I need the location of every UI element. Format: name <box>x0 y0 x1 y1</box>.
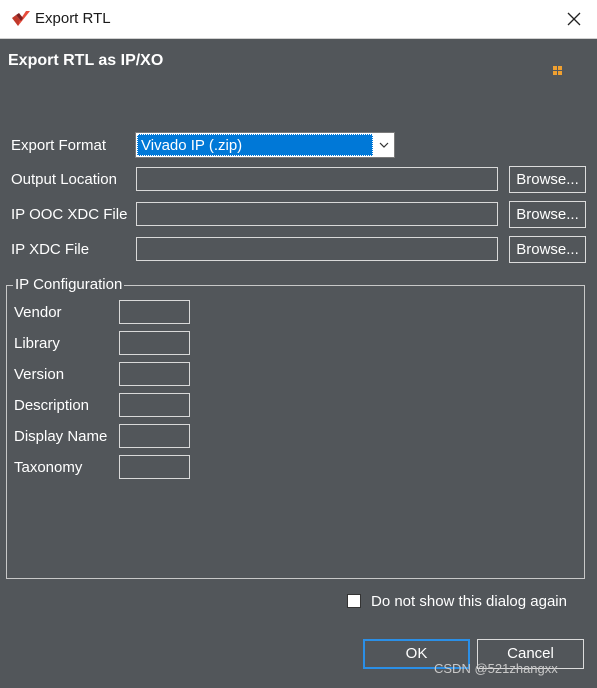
version-label: Version <box>14 366 65 383</box>
ip-configuration-title: IP Configuration <box>13 276 125 293</box>
close-button[interactable] <box>551 0 597 38</box>
ip-xdc-field[interactable] <box>136 237 498 261</box>
output-location-field[interactable] <box>136 167 498 191</box>
export-format-value: Vivado IP (.zip) <box>137 134 373 156</box>
ip-xdc-browse-button[interactable]: Browse... <box>509 236 586 263</box>
grid-icon <box>553 66 562 75</box>
dropdown-arrow[interactable] <box>375 134 393 156</box>
export-format-select[interactable]: Vivado IP (.zip) <box>135 132 395 158</box>
chevron-down-icon <box>379 142 389 148</box>
dont-show-again-label[interactable]: Do not show this dialog again <box>371 593 567 610</box>
vendor-label: Vendor <box>14 304 62 321</box>
display-name-label: Display Name <box>14 428 108 445</box>
dialog-heading: Export RTL as IP/XO <box>8 52 164 69</box>
title-bar: Export RTL <box>0 0 597 39</box>
ip-ooc-xdc-label: IP OOC XDC File <box>11 206 128 223</box>
vivado-app-icon <box>12 11 30 26</box>
dont-show-again-checkbox[interactable] <box>347 594 361 608</box>
ip-ooc-xdc-browse-button[interactable]: Browse... <box>509 201 586 228</box>
library-label: Library <box>14 335 60 352</box>
ip-xdc-label: IP XDC File <box>11 241 90 258</box>
vendor-field[interactable] <box>119 300 190 324</box>
window-title: Export RTL <box>35 10 111 27</box>
export-format-label: Export Format <box>11 137 107 154</box>
description-field[interactable] <box>119 393 190 417</box>
ip-ooc-xdc-field[interactable] <box>136 202 498 226</box>
watermark-text: CSDN @521zhangxx <box>434 661 558 676</box>
version-field[interactable] <box>119 362 190 386</box>
library-field[interactable] <box>119 331 190 355</box>
display-name-field[interactable] <box>119 424 190 448</box>
output-location-browse-button[interactable]: Browse... <box>509 166 586 193</box>
description-label: Description <box>14 397 90 414</box>
close-icon <box>567 12 581 26</box>
taxonomy-field[interactable] <box>119 455 190 479</box>
output-location-label: Output Location <box>11 171 117 188</box>
taxonomy-label: Taxonomy <box>14 459 83 476</box>
